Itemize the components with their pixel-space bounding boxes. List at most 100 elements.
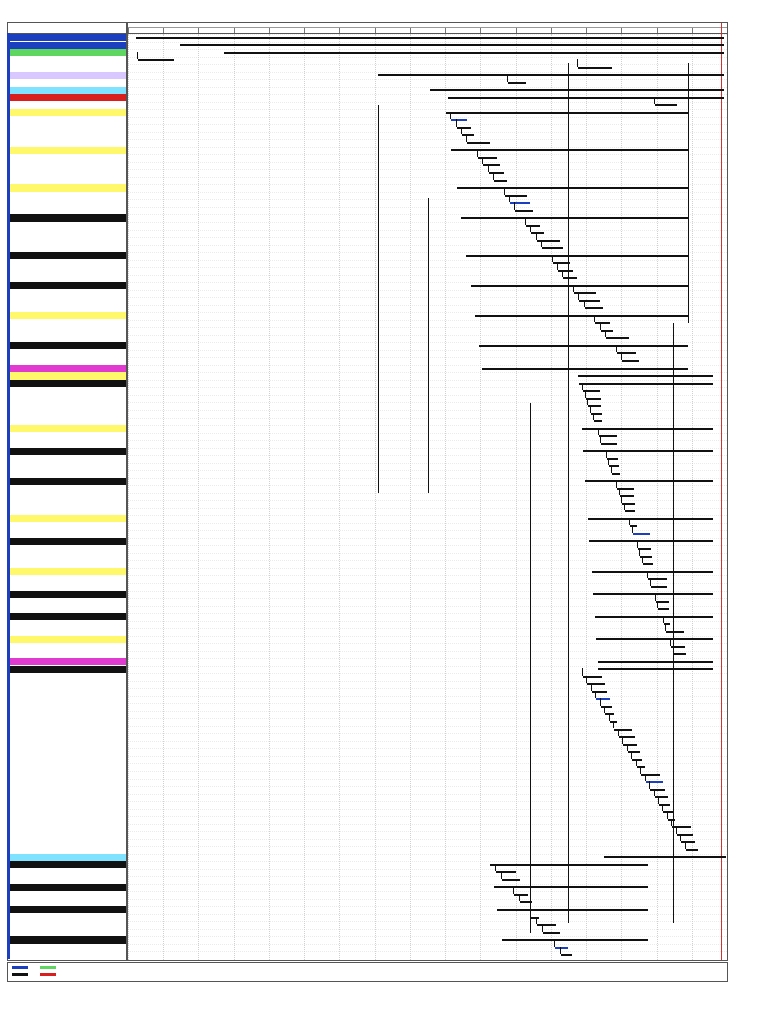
task-row[interactable] <box>8 665 126 673</box>
task-bar[interactable] <box>642 563 653 566</box>
task-row[interactable] <box>8 545 126 552</box>
task-bar[interactable] <box>577 66 612 69</box>
task-row[interactable] <box>8 748 126 755</box>
summary-bar[interactable] <box>587 517 713 520</box>
task-row[interactable] <box>8 379 126 388</box>
summary-bar[interactable] <box>593 593 713 596</box>
task-row[interactable] <box>8 305 126 312</box>
summary-bar[interactable] <box>448 96 724 99</box>
summary-bar[interactable] <box>479 344 688 347</box>
task-row[interactable] <box>8 357 126 364</box>
task-row[interactable] <box>8 117 126 124</box>
task-row[interactable] <box>8 79 126 86</box>
task-row[interactable] <box>8 418 126 425</box>
summary-bar[interactable] <box>589 540 713 543</box>
task-row[interactable] <box>8 372 126 380</box>
summary-bar[interactable] <box>578 375 713 378</box>
task-bar[interactable] <box>507 81 527 84</box>
task-row[interactable] <box>8 635 126 643</box>
task-bar[interactable] <box>605 713 615 716</box>
task-row[interactable] <box>8 590 126 598</box>
task-row[interactable] <box>8 786 126 793</box>
task-bar[interactable] <box>555 946 569 949</box>
task-bar[interactable] <box>537 924 557 927</box>
summary-bar[interactable] <box>490 863 648 866</box>
task-row[interactable] <box>8 275 126 282</box>
task-row[interactable] <box>8 402 126 409</box>
task-row[interactable] <box>8 613 126 621</box>
task-bar[interactable] <box>623 743 638 746</box>
task-row[interactable] <box>8 335 126 342</box>
task-row[interactable] <box>8 771 126 778</box>
task-row[interactable] <box>8 364 126 372</box>
task-bar[interactable] <box>674 653 686 656</box>
task-row[interactable] <box>8 455 126 462</box>
task-row[interactable] <box>8 763 126 770</box>
task-row[interactable] <box>8 320 126 327</box>
task-bar[interactable] <box>600 329 613 332</box>
task-row[interactable] <box>8 485 126 492</box>
task-bar[interactable] <box>627 751 640 754</box>
summary-bar[interactable] <box>224 51 724 54</box>
task-bar[interactable] <box>632 532 651 535</box>
task-bar[interactable] <box>584 307 603 310</box>
task-row[interactable] <box>8 726 126 733</box>
task-row[interactable] <box>8 853 126 861</box>
task-row[interactable] <box>8 508 126 515</box>
task-bar[interactable] <box>676 833 693 836</box>
task-bar[interactable] <box>632 758 643 761</box>
task-row[interactable] <box>8 34 126 42</box>
task-bar[interactable] <box>561 954 572 957</box>
task-bar[interactable] <box>478 156 498 159</box>
task-row[interactable] <box>8 936 126 944</box>
task-bar[interactable] <box>658 608 670 611</box>
task-row[interactable] <box>8 177 126 184</box>
task-row[interactable] <box>8 643 126 650</box>
task-row[interactable] <box>8 154 126 161</box>
task-row[interactable] <box>8 831 126 838</box>
task-bar[interactable] <box>622 360 640 362</box>
task-row[interactable] <box>8 245 126 252</box>
summary-bar[interactable] <box>446 111 688 114</box>
task-bar[interactable] <box>666 630 685 633</box>
task-row[interactable] <box>8 267 126 274</box>
task-row[interactable] <box>8 222 126 229</box>
task-bar[interactable] <box>138 59 175 62</box>
task-row[interactable] <box>8 846 126 853</box>
task-row[interactable] <box>8 575 126 582</box>
task-row[interactable] <box>8 703 126 710</box>
summary-bar[interactable] <box>604 856 726 859</box>
task-row[interactable] <box>8 41 126 49</box>
task-row[interactable] <box>8 86 126 94</box>
task-row[interactable] <box>8 883 126 891</box>
summary-bar[interactable] <box>497 908 648 911</box>
task-bar[interactable] <box>663 811 673 814</box>
task-bar[interactable] <box>598 435 617 438</box>
task-row[interactable] <box>8 824 126 831</box>
task-row[interactable] <box>8 192 126 199</box>
task-row[interactable] <box>8 214 126 222</box>
summary-bar[interactable] <box>482 367 688 370</box>
summary-bar[interactable] <box>597 660 713 663</box>
task-row[interactable] <box>8 606 126 613</box>
task-row[interactable] <box>8 124 126 131</box>
task-row[interactable] <box>8 342 126 350</box>
summary-bar[interactable] <box>474 314 688 317</box>
task-row[interactable] <box>8 312 126 320</box>
task-row[interactable] <box>8 447 126 455</box>
task-bar[interactable] <box>650 788 666 791</box>
task-row[interactable] <box>8 57 126 64</box>
task-bar[interactable] <box>483 164 501 167</box>
summary-bar[interactable] <box>456 187 688 190</box>
task-row[interactable] <box>8 628 126 635</box>
task-bar[interactable] <box>504 194 527 197</box>
task-bar[interactable] <box>650 585 668 588</box>
task-row[interactable] <box>8 801 126 808</box>
task-bar[interactable] <box>579 299 600 302</box>
task-bar[interactable] <box>515 209 534 212</box>
task-bar[interactable] <box>451 119 468 122</box>
task-row[interactable] <box>8 598 126 605</box>
task-row[interactable] <box>8 696 126 703</box>
task-row[interactable] <box>8 102 126 109</box>
task-bar[interactable] <box>531 232 544 235</box>
